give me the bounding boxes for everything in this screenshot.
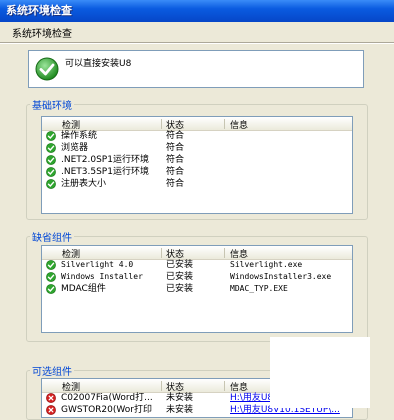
default-components-title: 缺省组件: [30, 229, 74, 244]
window-titlebar: 系统环境检查: [0, 0, 394, 22]
row-name: 浏览器: [61, 143, 89, 153]
default-components-list[interactable]: 检测 状态 信息 Silverlight 4.0 已安装 Silverlight…: [41, 245, 353, 333]
row-state: 符合: [166, 155, 185, 165]
row-state: 未安装: [166, 405, 194, 415]
row-name: 操作系统: [61, 131, 98, 141]
column-separator: [224, 381, 225, 391]
green-check-icon: [46, 155, 56, 165]
row-name: GWSTOR20(Wor打印: [61, 405, 152, 415]
status-message: 可以直接安装U8: [65, 59, 132, 69]
default-list-header: 检测 状态 信息: [42, 246, 352, 260]
green-check-icon: [46, 260, 56, 270]
green-check-icon: [46, 143, 56, 153]
column-separator: [224, 248, 225, 258]
row-state: 未安装: [166, 393, 194, 403]
row-state: 符合: [166, 179, 185, 189]
table-row[interactable]: Silverlight 4.0 已安装 Silverlight.exe: [42, 259, 352, 271]
column-separator: [224, 119, 225, 129]
column-separator: [161, 381, 162, 391]
green-check-icon: [46, 179, 56, 189]
basic-environment-title: 基础环境: [30, 97, 74, 112]
row-state: 符合: [166, 143, 185, 153]
optional-components-title: 可选组件: [30, 363, 74, 378]
row-name: .NET3.5SP1运行环境: [61, 167, 149, 177]
table-row[interactable]: .NET2.0SP1运行环境 符合: [42, 154, 352, 166]
column-separator: [161, 119, 162, 129]
green-check-icon: [46, 284, 56, 294]
row-state: 已安装: [166, 284, 194, 294]
page-header-label: 系统环境检查: [12, 29, 72, 40]
green-check-icon: [46, 167, 56, 177]
page-header: 系统环境检查: [0, 22, 394, 42]
red-x-icon: [46, 393, 56, 403]
row-name: MDAC组件: [61, 284, 106, 294]
status-box: 可以直接安装U8: [28, 50, 364, 88]
table-row[interactable]: MDAC组件 已安装 MDAC_TYP.EXE: [42, 283, 352, 295]
row-state: 符合: [166, 167, 185, 177]
blank-overlay: [270, 337, 370, 408]
table-row[interactable]: .NET3.5SP1运行环境 符合: [42, 166, 352, 178]
green-check-icon: [46, 131, 56, 141]
table-row[interactable]: 浏览器 符合: [42, 142, 352, 154]
big-check-icon: [35, 57, 59, 81]
green-check-icon: [46, 272, 56, 282]
row-state: 符合: [166, 131, 185, 141]
basic-list-header: 检测 状态 信息: [42, 117, 352, 131]
row-info: Silverlight.exe: [230, 260, 303, 269]
row-state: 已安装: [166, 272, 194, 282]
window-title: 系统环境检查: [6, 4, 72, 17]
row-name: Silverlight 4.0: [61, 260, 134, 269]
header-divider-highlight: [0, 43, 394, 44]
row-name: C02007Fia(Word打...: [61, 393, 153, 403]
row-state: 已安装: [166, 260, 194, 270]
row-name: 注册表大小: [61, 179, 107, 189]
table-row[interactable]: Windows Installer 已安装 WindowsInstaller3.…: [42, 271, 352, 283]
column-separator: [161, 248, 162, 258]
table-row[interactable]: 注册表大小 符合: [42, 178, 352, 190]
red-x-icon: [46, 405, 56, 415]
table-row[interactable]: 操作系统 符合: [42, 130, 352, 142]
row-info: WindowsInstaller3.exe: [230, 272, 332, 281]
row-info: MDAC_TYP.EXE: [230, 284, 288, 293]
row-name: .NET2.0SP1运行环境: [61, 155, 149, 165]
basic-environment-list[interactable]: 检测 状态 信息 操作系统 符合 浏览器 符合 .NET2.0SP1运行环境 符…: [41, 116, 353, 214]
row-name: Windows Installer: [61, 272, 143, 281]
